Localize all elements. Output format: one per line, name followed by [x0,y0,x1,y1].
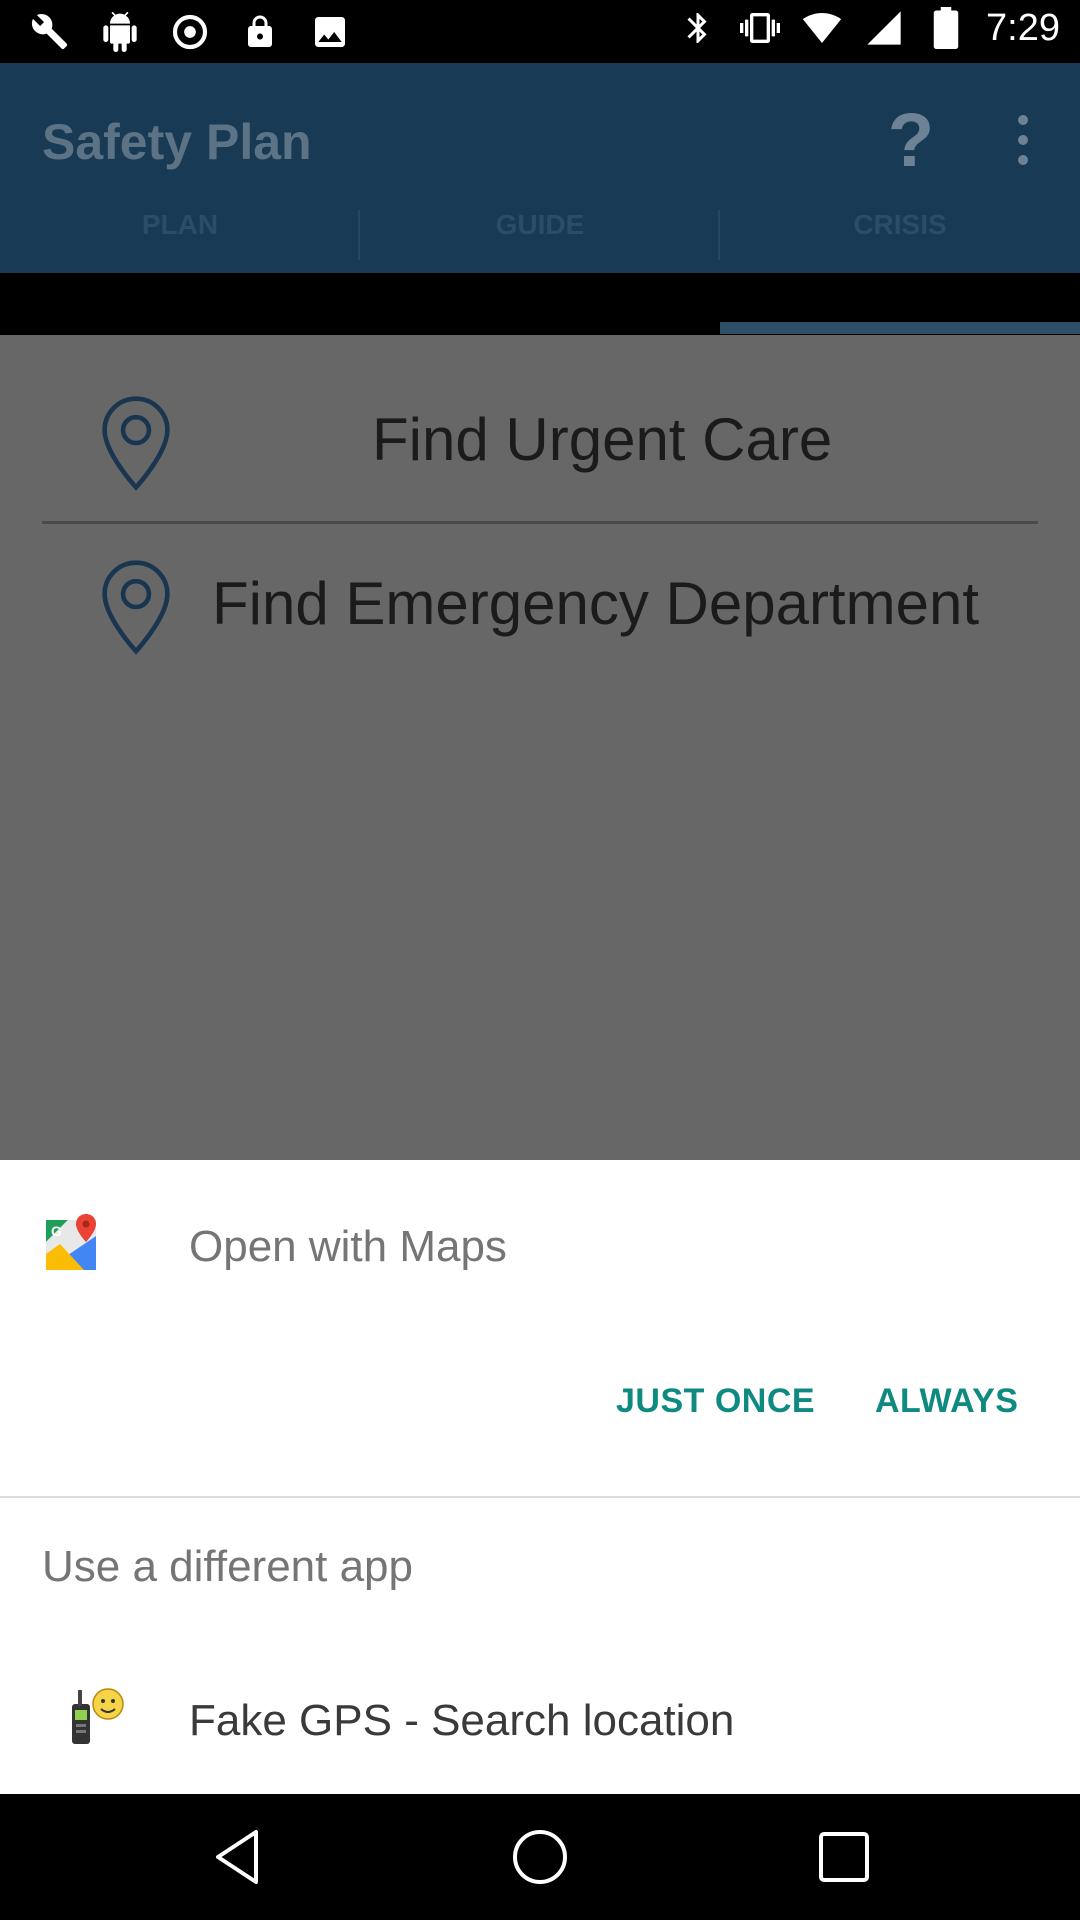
signal-icon [862,6,906,50]
lock-icon [238,10,282,54]
wrench-icon [28,10,72,54]
fake-gps-app-icon[interactable] [66,1684,126,1750]
fake-gps-app-label[interactable]: Fake GPS - Search location [189,1696,734,1746]
app-chooser-sheet: G Open with Maps JUST ONCE ALWAYS Use a … [0,1160,1080,1794]
tab-guide-label: GUIDE [495,209,585,240]
location-pin-icon [102,560,170,655]
home-icon[interactable] [507,1824,573,1890]
find-urgent-care-item[interactable]: Find Urgent Care [42,395,1038,515]
vibrate-icon [738,6,782,50]
svg-text:G: G [51,1223,62,1239]
find-emergency-department-item[interactable]: Find Emergency Department [42,559,1038,679]
location-pin-icon [102,396,170,491]
tab-crisis-label: CRISIS [853,209,947,240]
tab-plan[interactable]: PLAN [0,200,360,273]
navigation-bar [0,1794,1080,1920]
tab-plan-label: PLAN [141,209,219,240]
sheet-divider [0,1496,1080,1498]
more-options-icon[interactable] [1008,115,1038,175]
help-icon[interactable]: ? [886,101,936,181]
status-bar: 7:29 [0,0,1080,63]
status-time: 7:29 [986,6,1060,49]
tab-guide[interactable]: GUIDE [360,200,720,273]
find-emergency-department-label: Find Emergency Department [212,570,979,637]
photo-icon [308,10,352,54]
back-icon[interactable] [206,1824,272,1890]
crisis-content: Find Urgent Care Find Emergency Departme… [0,335,1080,1160]
tab-bar: PLAN GUIDE CRISIS [0,200,1080,273]
tab-indicator [720,322,1080,334]
data-saver-icon [168,10,212,54]
bluetooth-icon [676,6,720,50]
battery-icon [924,6,968,50]
recents-icon[interactable] [811,1824,877,1890]
maps-app-icon: G [46,1214,96,1270]
list-divider [42,521,1038,524]
use-different-app-label: Use a different app [42,1542,413,1591]
wifi-icon [800,6,844,50]
find-urgent-care-label: Find Urgent Care [372,406,833,473]
tab-crisis[interactable]: CRISIS [720,200,1080,273]
always-button[interactable]: ALWAYS [875,1382,1018,1421]
app-title: Safety Plan [42,114,312,170]
android-icon [98,10,142,54]
chooser-title: Open with Maps [189,1222,507,1271]
just-once-button[interactable]: JUST ONCE [616,1382,815,1421]
